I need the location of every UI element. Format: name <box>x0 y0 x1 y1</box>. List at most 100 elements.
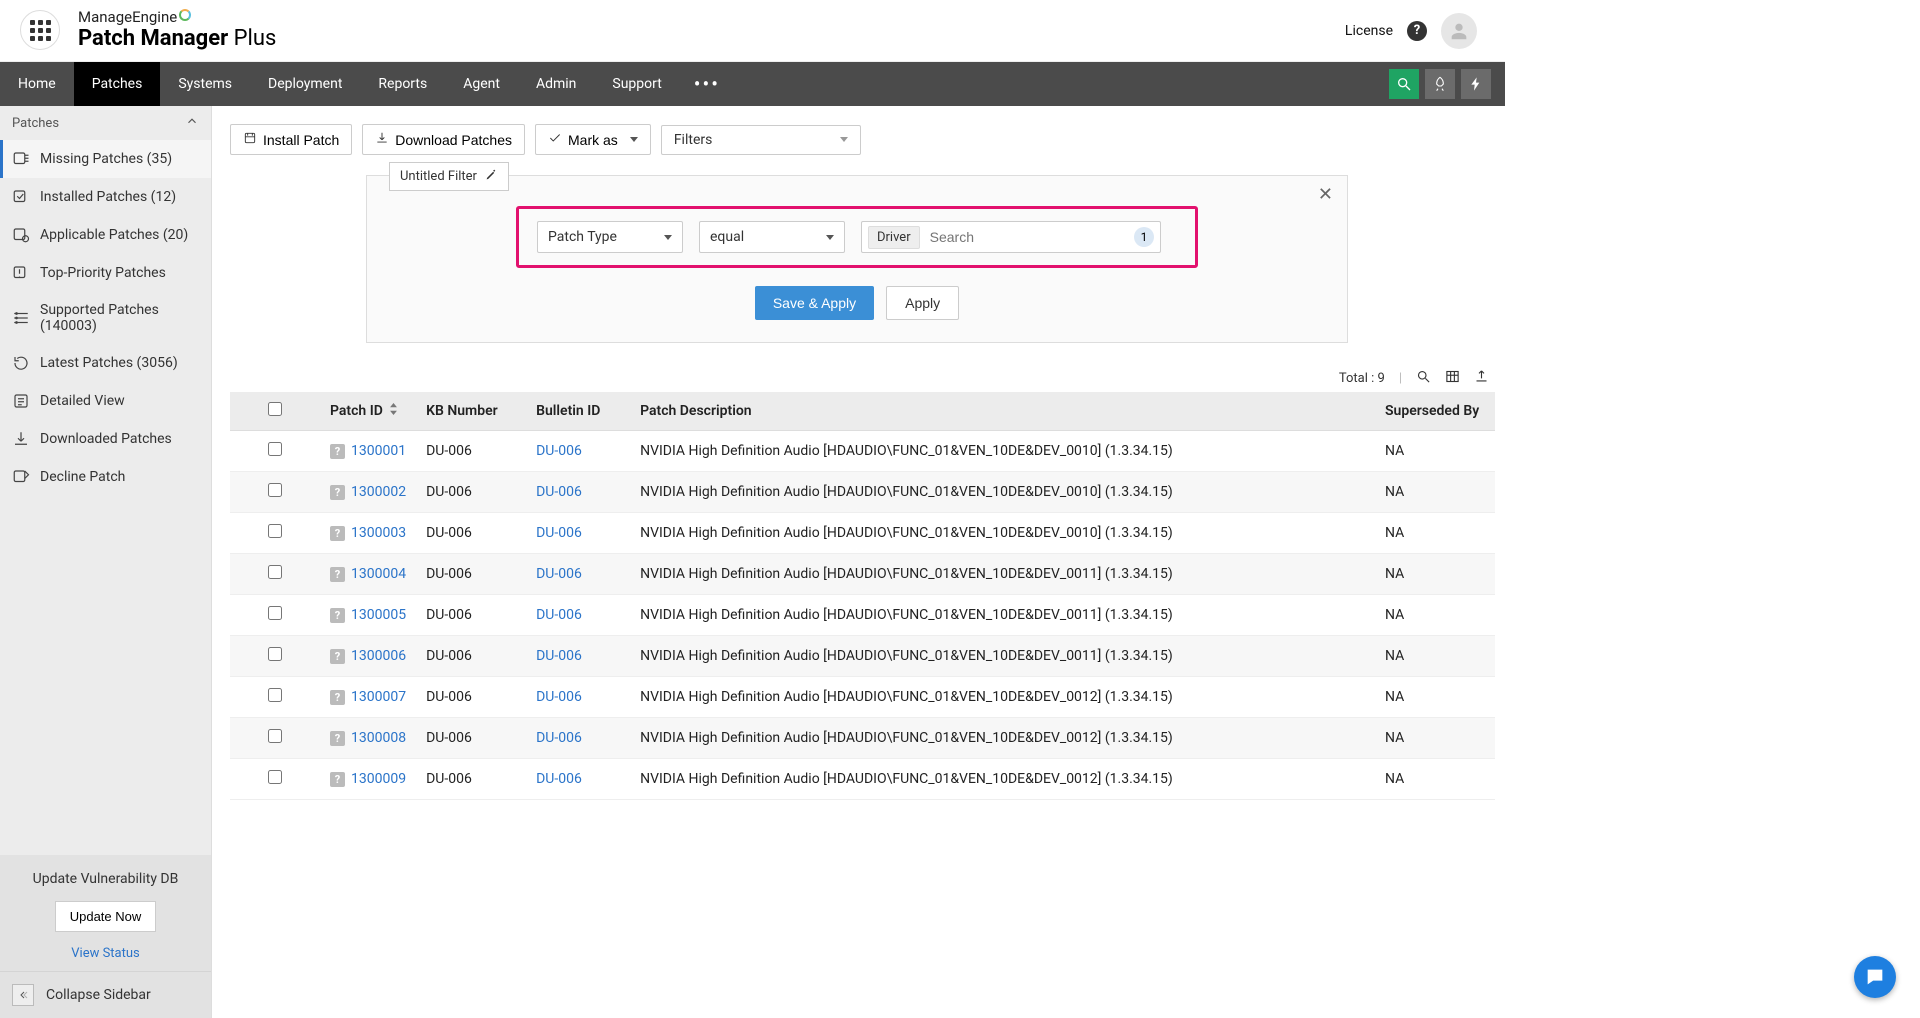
bulletin-link[interactable]: DU-006 <box>536 566 582 582</box>
mark-as-button[interactable]: Mark as <box>535 124 651 155</box>
brand-text: ManageEngine Patch Manager Plus <box>78 9 276 52</box>
row-checkbox[interactable] <box>268 729 282 743</box>
row-checkbox[interactable] <box>268 524 282 538</box>
patch-id-link[interactable]: 1300007 <box>351 689 406 705</box>
sidebar-item-downloaded[interactable]: Downloaded Patches <box>0 420 211 458</box>
filter-name-tab[interactable]: Untitled Filter <box>389 162 509 191</box>
bulletin-link[interactable]: DU-006 <box>536 607 582 623</box>
superseded-cell: NA <box>1375 759 1495 800</box>
caret-down-icon <box>664 235 672 240</box>
nav-search-button[interactable] <box>1389 69 1419 99</box>
sidebar-header[interactable]: Patches <box>0 106 211 140</box>
help-icon[interactable]: ? <box>1407 21 1427 41</box>
patches-table: Patch ID KB Number Bulletin ID Patch Des… <box>230 392 1495 800</box>
sidebar-item-label: Decline Patch <box>40 469 125 485</box>
filter-search-input[interactable] <box>928 225 1126 249</box>
patch-id-link[interactable]: 1300002 <box>351 484 406 500</box>
bulletin-link[interactable]: DU-006 <box>536 771 582 787</box>
nav-item-support[interactable]: Support <box>594 62 679 106</box>
nav-item-home[interactable]: Home <box>0 62 74 106</box>
unknown-status-icon: ? <box>330 608 345 623</box>
nav-item-admin[interactable]: Admin <box>518 62 594 106</box>
license-link[interactable]: License <box>1345 23 1393 39</box>
row-checkbox[interactable] <box>268 483 282 497</box>
apply-button[interactable]: Apply <box>886 286 959 320</box>
row-checkbox[interactable] <box>268 565 282 579</box>
sidebar-item-applicable[interactable]: Applicable Patches (20) <box>0 216 211 254</box>
sidebar-item-missing[interactable]: Missing Patches (35) <box>0 140 211 178</box>
row-checkbox[interactable] <box>268 647 282 661</box>
install-patch-button[interactable]: Install Patch <box>230 124 352 155</box>
filters-dropdown[interactable]: Filters <box>661 125 861 155</box>
filter-field-select[interactable]: Patch Type <box>537 221 683 253</box>
superseded-cell: NA <box>1375 595 1495 636</box>
filter-chip[interactable]: Driver <box>868 226 920 249</box>
sidebar-item-installed[interactable]: Installed Patches (12) <box>0 178 211 216</box>
bulletin-link[interactable]: DU-006 <box>536 648 582 664</box>
row-checkbox[interactable] <box>268 606 282 620</box>
select-all-checkbox[interactable] <box>268 402 282 416</box>
filter-operator-select[interactable]: equal <box>699 221 845 253</box>
download-label: Download Patches <box>395 132 512 148</box>
view-status-link[interactable]: View Status <box>10 946 201 961</box>
nav-item-deployment[interactable]: Deployment <box>250 62 360 106</box>
patch-id-link[interactable]: 1300001 <box>351 443 406 459</box>
apps-launcher-button[interactable] <box>20 10 60 50</box>
table-export-icon[interactable] <box>1474 369 1489 388</box>
col-superseded-by[interactable]: Superseded By <box>1375 392 1495 431</box>
kb-number-cell: DU-006 <box>416 677 526 718</box>
nav-item-systems[interactable]: Systems <box>160 62 250 106</box>
nav-more-button[interactable]: ••• <box>680 62 734 106</box>
sidebar-item-supported[interactable]: Supported Patches (140003) <box>0 292 211 344</box>
kb-number-cell: DU-006 <box>416 554 526 595</box>
bulletin-link[interactable]: DU-006 <box>536 730 582 746</box>
filter-count-badge: 1 <box>1134 227 1154 247</box>
col-bulletin-id[interactable]: Bulletin ID <box>526 392 630 431</box>
row-checkbox[interactable] <box>268 770 282 784</box>
col-kb-number[interactable]: KB Number <box>416 392 526 431</box>
collapse-sidebar-button[interactable]: Collapse Sidebar <box>0 971 211 1018</box>
row-checkbox[interactable] <box>268 442 282 456</box>
col-patch-desc[interactable]: Patch Description <box>630 392 1375 431</box>
patch-id-link[interactable]: 1300009 <box>351 771 406 787</box>
sidebar-item-label: Supported Patches (140003) <box>40 302 199 334</box>
nav-bolt-button[interactable] <box>1461 69 1491 99</box>
nav-item-agent[interactable]: Agent <box>445 62 518 106</box>
install-label: Install Patch <box>263 132 339 148</box>
patch-id-link[interactable]: 1300006 <box>351 648 406 664</box>
nav-rocket-button[interactable] <box>1425 69 1455 99</box>
sidebar-item-decline[interactable]: Decline Patch <box>0 458 211 496</box>
save-apply-button[interactable]: Save & Apply <box>755 286 874 320</box>
patch-id-link[interactable]: 1300005 <box>351 607 406 623</box>
row-checkbox[interactable] <box>268 688 282 702</box>
superseded-cell: NA <box>1375 431 1495 472</box>
sidebar-vuln-panel: Update Vulnerability DB Update Now View … <box>0 855 211 971</box>
bulletin-link[interactable]: DU-006 <box>536 689 582 705</box>
chat-fab-button[interactable] <box>1854 956 1896 998</box>
nav-item-patches[interactable]: Patches <box>74 62 161 106</box>
patch-desc-cell: NVIDIA High Definition Audio [HDAUDIO\FU… <box>630 677 1375 718</box>
patch-id-link[interactable]: 1300004 <box>351 566 406 582</box>
kb-number-cell: DU-006 <box>416 513 526 554</box>
patch-id-link[interactable]: 1300008 <box>351 730 406 746</box>
bulletin-link[interactable]: DU-006 <box>536 525 582 541</box>
close-icon[interactable]: ✕ <box>1318 184 1333 205</box>
bulletin-link[interactable]: DU-006 <box>536 443 582 459</box>
filter-value-input[interactable]: Driver 1 <box>861 221 1161 253</box>
download-patches-button[interactable]: Download Patches <box>362 124 525 155</box>
pencil-icon[interactable] <box>485 168 498 185</box>
patch-desc-cell: NVIDIA High Definition Audio [HDAUDIO\FU… <box>630 718 1375 759</box>
chevron-up-icon[interactable] <box>185 114 199 132</box>
update-now-button[interactable]: Update Now <box>55 901 157 932</box>
nav-item-reports[interactable]: Reports <box>360 62 445 106</box>
bulletin-link[interactable]: DU-006 <box>536 484 582 500</box>
col-patch-id[interactable]: Patch ID <box>320 392 416 431</box>
sidebar: Patches Missing Patches (35)Installed Pa… <box>0 106 212 1018</box>
table-columns-icon[interactable] <box>1445 369 1460 388</box>
table-search-icon[interactable] <box>1416 369 1431 388</box>
patch-id-link[interactable]: 1300003 <box>351 525 406 541</box>
sidebar-item-latest[interactable]: Latest Patches (3056) <box>0 344 211 382</box>
user-avatar[interactable] <box>1441 13 1477 49</box>
sidebar-item-detailed[interactable]: Detailed View <box>0 382 211 420</box>
sidebar-item-priority[interactable]: Top-Priority Patches <box>0 254 211 292</box>
